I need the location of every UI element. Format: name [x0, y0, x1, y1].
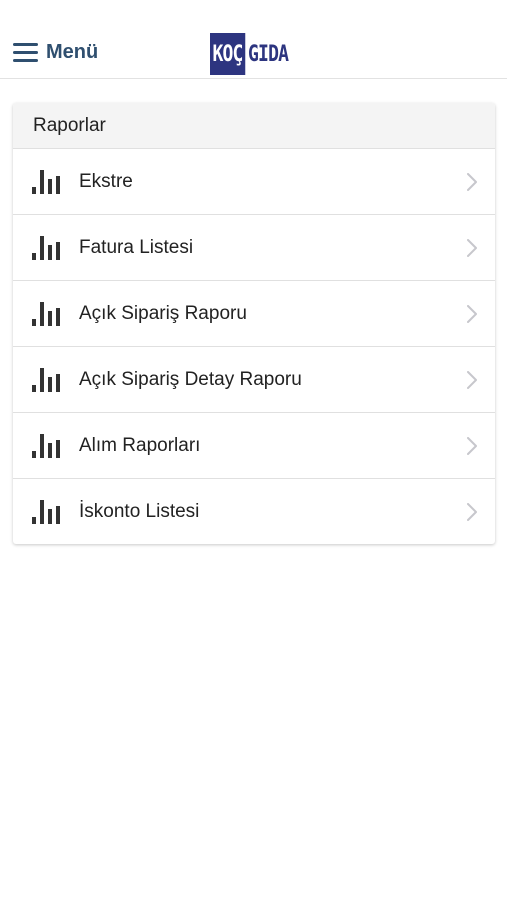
chevron-right-icon — [467, 502, 477, 521]
reports-card-title: Raporlar — [13, 103, 495, 148]
report-item-label: Açık Sipariş Detay Raporu — [79, 368, 302, 390]
bar-chart-icon — [32, 301, 60, 326]
report-item-label: Fatura Listesi — [79, 236, 194, 258]
app-header: Menü KOÇ GIDA — [0, 0, 507, 79]
bar-chart-icon — [32, 235, 60, 260]
report-item-label: Açık Sipariş Raporu — [79, 302, 247, 324]
chevron-right-icon — [467, 304, 477, 323]
report-item-ekstre[interactable]: Ekstre — [13, 148, 495, 214]
menu-label: Menü — [46, 41, 99, 63]
report-item-fatura-listesi[interactable]: Fatura Listesi — [13, 214, 495, 280]
bar-chart-icon — [32, 433, 60, 458]
logo-text-right: GIDA — [247, 41, 289, 67]
chevron-right-icon — [467, 370, 477, 389]
brand-logo: KOÇ GIDA — [210, 33, 297, 75]
hamburger-icon — [13, 42, 38, 62]
bar-chart-icon — [32, 169, 60, 194]
logo-text-left: KOÇ — [210, 33, 246, 75]
bar-chart-icon — [32, 367, 60, 392]
menu-button[interactable]: Menü — [13, 38, 98, 66]
chevron-right-icon — [467, 238, 477, 257]
reports-card: Raporlar Ekstre Fatura Listesi Açık Sipa… — [13, 103, 495, 544]
report-item-acik-siparis-raporu[interactable]: Açık Sipariş Raporu — [13, 280, 495, 346]
report-item-label: Alım Raporları — [79, 434, 201, 456]
bar-chart-icon — [32, 499, 60, 524]
report-item-label: Ekstre — [79, 170, 133, 192]
report-item-alim-raporlari[interactable]: Alım Raporları — [13, 412, 495, 478]
report-item-acik-siparis-detay-raporu[interactable]: Açık Sipariş Detay Raporu — [13, 346, 495, 412]
report-item-iskonto-listesi[interactable]: İskonto Listesi — [13, 478, 495, 544]
chevron-right-icon — [467, 172, 477, 191]
report-item-label: İskonto Listesi — [79, 500, 200, 522]
chevron-right-icon — [467, 436, 477, 455]
